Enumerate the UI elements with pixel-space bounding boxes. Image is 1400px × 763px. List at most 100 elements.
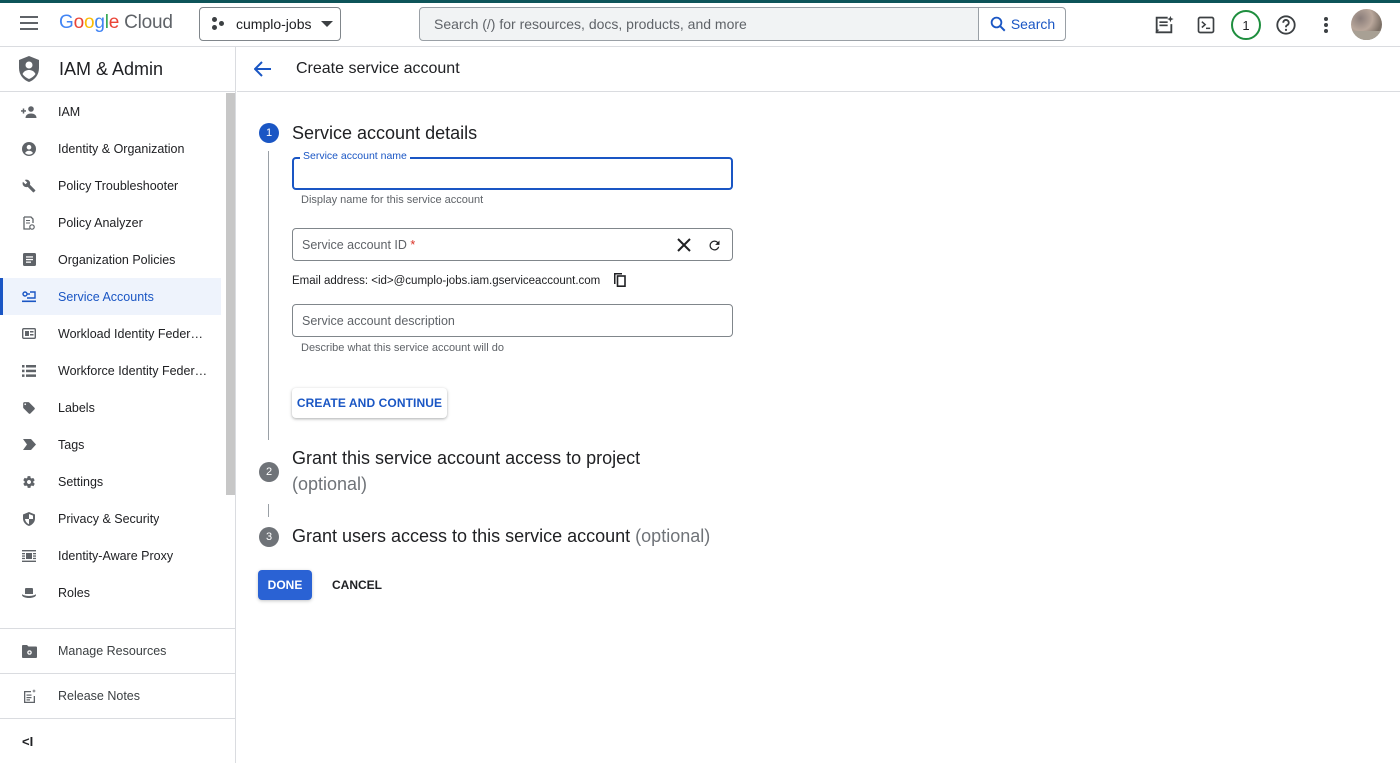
- service-account-description-field[interactable]: [292, 304, 733, 337]
- sidebar-footer: Manage Resources Release Notes <I: [0, 628, 235, 763]
- clear-icon[interactable]: [674, 235, 694, 255]
- sidebar-item-label: Privacy & Security: [58, 511, 160, 526]
- sidebar-item-label: Policy Analyzer: [58, 215, 143, 230]
- email-address-text: Email address: <id>@cumplo-jobs.iam.gser…: [292, 275, 601, 287]
- sidebar-item-policy-analyzer[interactable]: Policy Analyzer: [0, 204, 226, 241]
- policy-analyzer-icon: [21, 215, 37, 231]
- sidebar-item-label: Workload Identity Federat...: [58, 326, 208, 341]
- back-arrow-icon[interactable]: [252, 58, 274, 80]
- account-avatar[interactable]: [1351, 9, 1382, 40]
- step-connector: [268, 151, 269, 440]
- sidebar-item-policy-troubleshooter[interactable]: Policy Troubleshooter: [0, 167, 226, 204]
- sidebar-item-identity-organization[interactable]: Identity & Organization: [0, 130, 226, 167]
- project-name: cumplo-jobs: [236, 16, 312, 32]
- sidebar-item-label: Service Accounts: [58, 289, 154, 304]
- sidebar-item-workload-identity-federation[interactable]: Workload Identity Federat...: [0, 315, 226, 352]
- proxy-icon: [21, 548, 37, 564]
- tag-arrow-icon: [21, 437, 37, 453]
- step-optional-label: (optional): [635, 526, 711, 546]
- sidebar-item-label: IAM: [58, 104, 81, 119]
- step-optional-label: (optional): [292, 474, 368, 494]
- step-connector: [268, 504, 269, 517]
- sidebar-item-tags[interactable]: Tags: [0, 426, 226, 463]
- iam-shield-icon: [19, 56, 39, 82]
- sidebar-item-organization-policies[interactable]: Organization Policies: [0, 241, 226, 278]
- service-account-name-field[interactable]: Service account name: [292, 150, 733, 190]
- sidebar-scrollbar[interactable]: [226, 93, 235, 628]
- hat-icon: [21, 585, 37, 601]
- sidebar-item-settings[interactable]: Settings: [0, 463, 226, 500]
- notifications-badge[interactable]: 1: [1231, 10, 1261, 40]
- menu-icon[interactable]: [20, 16, 40, 32]
- service-account-name-hint: Display name for this service account: [301, 194, 484, 206]
- done-button[interactable]: DONE: [258, 570, 312, 600]
- sidebar-item-roles[interactable]: Roles: [0, 574, 226, 611]
- logo-letter: g: [94, 12, 105, 33]
- service-account-id-field[interactable]: Service account ID *: [292, 228, 733, 261]
- sidebar-item-label: Identity-Aware Proxy: [58, 548, 174, 563]
- step-title-text: Grant this service account access to pro…: [292, 448, 641, 468]
- sidebar-item-identity-aware-proxy[interactable]: Identity-Aware Proxy: [0, 537, 226, 574]
- logo-letter: G: [59, 12, 74, 33]
- google-cloud-logo[interactable]: Google Cloud: [59, 12, 173, 34]
- step-title-text: Service account details: [292, 123, 478, 143]
- sidebar-item-service-accounts[interactable]: Service Accounts: [0, 278, 221, 315]
- release-notes-icon: [21, 688, 37, 704]
- sidebar-item-iam[interactable]: IAM: [0, 93, 226, 130]
- sidebar-item-label: Settings: [58, 474, 104, 489]
- step-1-title[interactable]: Service account details: [292, 120, 477, 146]
- step-3-badge: 3: [259, 527, 279, 547]
- project-picker[interactable]: cumplo-jobs: [199, 7, 341, 41]
- copy-icon[interactable]: [614, 273, 628, 289]
- person-add-icon: [21, 104, 37, 120]
- logo-letter: e: [108, 12, 120, 33]
- sidebar-item-label: Identity & Organization: [58, 141, 185, 156]
- sidebar-scrollbar-thumb[interactable]: [226, 93, 235, 495]
- list-icon: [21, 363, 37, 379]
- search-input[interactable]: [420, 8, 978, 40]
- label-tag-icon: [21, 400, 37, 416]
- search-bar: Search: [419, 7, 1066, 41]
- cloud-shell-icon[interactable]: [1190, 9, 1222, 41]
- cancel-button[interactable]: CANCEL: [326, 570, 388, 600]
- step-3-title[interactable]: Grant users access to this service accou…: [292, 523, 710, 549]
- step-2-title[interactable]: Grant this service account access to pro…: [292, 445, 640, 497]
- chevron-down-icon: [321, 21, 334, 27]
- create-and-continue-button[interactable]: CREATE AND CONTINUE: [292, 388, 447, 418]
- notifications-count: 1: [1242, 17, 1250, 33]
- wrench-icon: [21, 178, 37, 194]
- sidebar-nav: IAM Identity & Organization Policy Troub…: [0, 93, 226, 628]
- document-icon: [21, 252, 37, 268]
- email-address-row: Email address: <id>@cumplo-jobs.iam.gser…: [292, 273, 628, 289]
- sidebar-item-release-notes[interactable]: Release Notes: [0, 673, 235, 718]
- page-header: Create service account: [237, 47, 1400, 92]
- collapse-sidebar-button[interactable]: <I: [0, 718, 235, 763]
- logo-product: Cloud: [124, 12, 173, 33]
- sidebar: IAM & Admin IAM Identity & Organization …: [0, 47, 236, 763]
- page-title: Create service account: [296, 60, 460, 77]
- sidebar-item-label: Manage Resources: [58, 644, 167, 658]
- service-account-description-hint: Describe what this service account will …: [301, 342, 504, 354]
- settings-gear-icon: [21, 474, 37, 490]
- sidebar-title: IAM & Admin: [59, 58, 164, 79]
- sidebar-item-workforce-identity-federation[interactable]: Workforce Identity Federa...: [0, 352, 226, 389]
- shield-icon: [21, 511, 37, 527]
- step-number: 3: [265, 531, 273, 543]
- service-account-name-input[interactable]: [294, 159, 731, 188]
- step-number: 2: [265, 466, 273, 478]
- sidebar-item-label: Organization Policies: [58, 252, 176, 267]
- sidebar-item-labels[interactable]: Labels: [0, 389, 226, 426]
- refresh-icon[interactable]: [704, 235, 724, 255]
- search-button-label: Search: [1010, 16, 1056, 32]
- sidebar-item-privacy-security[interactable]: Privacy & Security: [0, 500, 226, 537]
- account-circle-icon: [21, 141, 37, 157]
- sidebar-item-manage-resources[interactable]: Manage Resources: [0, 628, 235, 673]
- more-vert-icon[interactable]: [1310, 9, 1342, 41]
- step-title-text: Grant users access to this service accou…: [292, 526, 631, 546]
- folder-settings-icon: [21, 643, 37, 659]
- service-account-description-input[interactable]: [293, 305, 732, 336]
- help-icon[interactable]: [1270, 9, 1302, 41]
- sidebar-item-label: Roles: [58, 585, 90, 600]
- search-button[interactable]: Search: [978, 8, 1065, 40]
- gemini-chat-icon[interactable]: [1148, 9, 1180, 41]
